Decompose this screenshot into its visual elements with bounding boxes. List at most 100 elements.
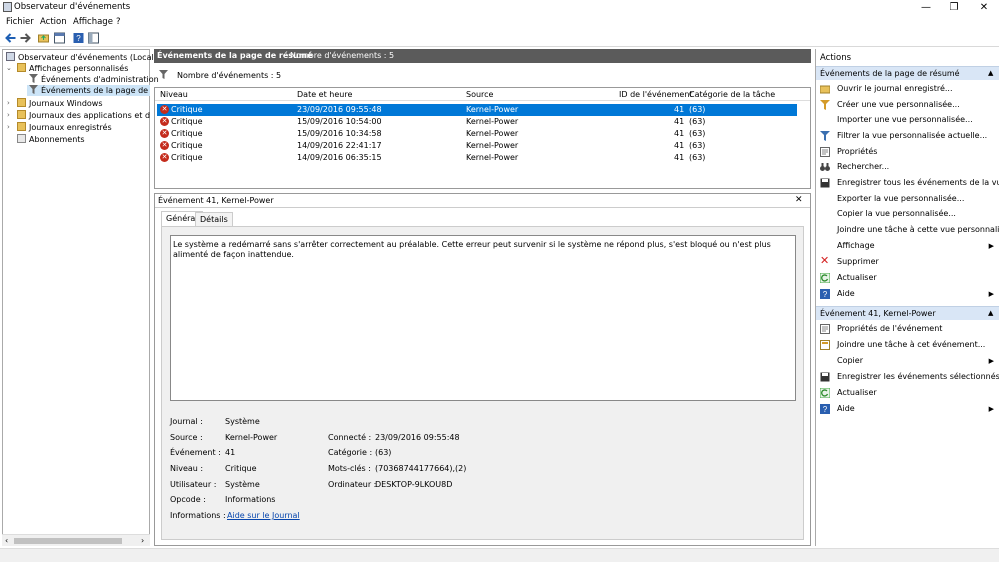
label-category: Catégorie : (328, 448, 373, 457)
event-viewer-icon (6, 52, 15, 61)
action-view[interactable]: Affichage ▶ (816, 239, 999, 253)
column-header-source[interactable]: Source (466, 90, 493, 99)
folder-icon (17, 98, 26, 107)
expand-caret-icon[interactable]: › (7, 123, 10, 131)
minimize-button[interactable]: — (912, 0, 940, 15)
status-bar (0, 548, 999, 562)
submenu-arrow-icon: ▶ (988, 405, 994, 413)
column-header-event-id[interactable]: ID de l'événement (619, 90, 693, 99)
maximize-button[interactable]: ❐ (940, 0, 968, 15)
tree-item-summary-events[interactable]: Événements de la page de résur (27, 85, 150, 96)
action-delete[interactable]: ✕ Supprimer (816, 255, 999, 269)
column-header-level[interactable]: Niveau (160, 90, 188, 99)
label-logged: Connecté : (328, 433, 372, 442)
actions-section-summary[interactable]: Événements de la page de résumé ▲ (816, 66, 999, 80)
toolbar: ? (0, 30, 999, 47)
properties-icon[interactable] (53, 32, 66, 44)
table-row[interactable]: ✕ Critique 23/09/2016 09:55:48 Kernel-Po… (157, 104, 797, 116)
tree-item-windows-logs[interactable]: Journaux Windows (17, 98, 103, 109)
action-copy-custom-view[interactable]: Copier la vue personnalisée... (816, 207, 999, 221)
tree-item-subscriptions[interactable]: Abonnements (17, 134, 85, 145)
tree-item-app-logs[interactable]: Journaux des applications et des se (17, 110, 150, 121)
tree-item-custom-views[interactable]: Affichages personnalisés (17, 63, 128, 74)
svg-text:?: ? (76, 34, 81, 43)
scroll-left-icon[interactable]: ‹ (5, 536, 8, 545)
action-open-saved-log[interactable]: Ouvrir le journal enregistré... (816, 82, 999, 96)
properties-icon (820, 147, 830, 157)
filter-icon (29, 85, 38, 94)
action-filter-view[interactable]: Filtrer la vue personnalisée actuelle... (816, 129, 999, 143)
forward-arrow-icon[interactable] (19, 32, 32, 44)
critical-error-icon: ✕ (160, 153, 169, 162)
menu-affichage[interactable]: Affichage (73, 17, 113, 27)
collapse-caret-icon[interactable]: ⌄ (6, 64, 12, 72)
action-copy[interactable]: Copier ▶ (816, 354, 999, 368)
event-viewer-app-icon (3, 2, 12, 12)
tree-item-saved-logs[interactable]: Journaux enregistrés (17, 122, 112, 133)
menu-fichier[interactable]: Fichier (6, 17, 34, 27)
action-export-custom-view[interactable]: Exporter la vue personnalisée... (816, 192, 999, 206)
expand-caret-icon[interactable]: › (7, 111, 10, 119)
close-detail-icon[interactable]: ✕ (795, 195, 803, 205)
submenu-arrow-icon: ▶ (988, 290, 994, 298)
action-save-selected-events[interactable]: Enregistrer les événements sélectionnés.… (816, 370, 999, 384)
action-refresh-event[interactable]: Actualiser (816, 386, 999, 400)
folder-icon (17, 122, 26, 131)
submenu-arrow-icon: ▶ (988, 242, 994, 250)
critical-error-icon: ✕ (160, 129, 169, 138)
action-search[interactable]: Rechercher... (816, 160, 999, 174)
table-row[interactable]: ✕ Critique 14/09/2016 22:41:17 Kernel-Po… (157, 140, 797, 152)
folder-icon (17, 110, 26, 119)
table-row[interactable]: ✕ Critique 14/09/2016 06:35:15 Kernel-Po… (157, 152, 797, 164)
folder-up-icon[interactable] (37, 32, 50, 44)
menu-help[interactable]: ? (116, 17, 121, 27)
detail-header: Événement 41, Kernel-Power ✕ (155, 194, 810, 208)
action-refresh[interactable]: Actualiser (816, 271, 999, 285)
table-row[interactable]: ✕ Critique 15/09/2016 10:54:00 Kernel-Po… (157, 116, 797, 128)
label-journal: Journal : (170, 417, 203, 426)
refresh-icon (820, 388, 830, 398)
help-icon[interactable]: ? (72, 32, 85, 44)
event-detail-pane: Événement 41, Kernel-Power ✕ Général Dét… (154, 193, 811, 546)
event-message[interactable]: Le système a redémarré sans s'arrêter co… (170, 235, 796, 401)
column-header-category[interactable]: Catégorie de la tâche (689, 90, 775, 99)
help-journal-link[interactable]: Aide sur le Journal (227, 511, 300, 520)
submenu-arrow-icon: ▶ (988, 357, 994, 365)
scroll-right-icon[interactable]: › (141, 536, 144, 545)
value-category: (63) (375, 448, 392, 457)
critical-error-icon: ✕ (160, 105, 169, 114)
delete-icon: ✕ (820, 254, 830, 267)
table-row[interactable]: ✕ Critique 15/09/2016 10:34:58 Kernel-Po… (157, 128, 797, 140)
value-computer: DESKTOP-9LKOU8D (375, 480, 453, 489)
value-journal: Système (225, 417, 260, 426)
action-import-custom-view[interactable]: Importer une vue personnalisée... (816, 113, 999, 127)
back-arrow-icon[interactable] (4, 32, 17, 44)
tree-item-admin-events[interactable]: Événements d'administration (29, 74, 159, 85)
menu-action[interactable]: Action (40, 17, 67, 27)
action-create-custom-view[interactable]: Créer une vue personnalisée... (816, 98, 999, 112)
event-count-label: Nombre d'événements : 5 (177, 71, 282, 80)
help-icon: ? (820, 404, 830, 414)
collapse-arrow-icon[interactable]: ▲ (988, 309, 993, 317)
action-help-event[interactable]: ? Aide ▶ (816, 402, 999, 416)
help-icon: ? (820, 289, 830, 299)
filter-icon (159, 70, 168, 79)
action-save-all-events[interactable]: Enregistrer tous les événements de la vu… (816, 176, 999, 190)
action-properties[interactable]: Propriétés (816, 145, 999, 159)
tab-details[interactable]: Détails (195, 212, 233, 226)
action-event-properties[interactable]: Propriétés de l'événement (816, 322, 999, 336)
action-help[interactable]: ? Aide ▶ (816, 287, 999, 301)
filter-icon (820, 131, 830, 141)
tree-item-root[interactable]: Observateur d'événements (Local) (6, 52, 157, 63)
action-attach-task-event[interactable]: Joindre une tâche à cet événement... (816, 338, 999, 352)
collapse-arrow-icon[interactable]: ▲ (988, 69, 993, 77)
close-button[interactable]: ✕ (970, 0, 998, 15)
action-attach-task-view[interactable]: Joindre une tâche à cette vue personnali… (816, 223, 999, 237)
expand-caret-icon[interactable]: › (7, 99, 10, 107)
binoculars-icon (820, 163, 830, 171)
column-header-date[interactable]: Date et heure (297, 90, 352, 99)
actions-section-event[interactable]: Événement 41, Kernel-Power ▲ (816, 306, 999, 320)
tree-horizontal-scrollbar[interactable]: ‹ › (2, 534, 150, 546)
scrollbar-thumb[interactable] (14, 538, 122, 544)
panel-icon[interactable] (87, 32, 100, 44)
